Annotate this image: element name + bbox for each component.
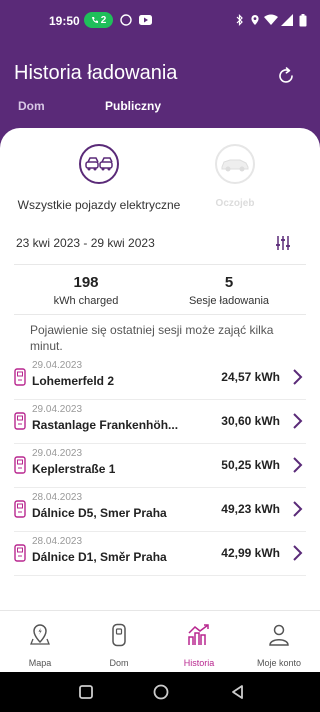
charger-plug-icon (14, 412, 26, 430)
vehicle-filter-all-label: Wszystkie pojazdy elektryczne (17, 198, 181, 212)
status-bar: 19:50 2 (0, 0, 320, 40)
nav-dom-label: Dom (109, 658, 129, 668)
charger-plug-icon (14, 544, 26, 562)
session-location: Dálnice D1, Směr Praha (32, 550, 167, 564)
energy-value: 198 (73, 274, 99, 291)
vehicle-filter-all[interactable]: Wszystkie pojazdy elektryczne (10, 144, 188, 212)
session-location: Lohemerfeld 2 (32, 374, 115, 388)
home-button[interactable] (152, 683, 170, 701)
chevron-right-icon (293, 545, 303, 561)
nav-historia[interactable]: Historia (164, 623, 234, 668)
filter-button[interactable] (274, 234, 292, 252)
location-icon (251, 15, 259, 25)
page-title: Historia ładowania (14, 62, 178, 84)
chevron-right-icon (293, 501, 303, 517)
session-energy: 50,25 kWh (221, 458, 280, 472)
sliders-icon (276, 236, 290, 250)
vehicle-filter-oczojeb-label: Oczojeb (215, 198, 255, 209)
session-date: 29.04.2023 (32, 448, 83, 459)
notification-count: 2 (100, 14, 107, 26)
bluetooth-icon (236, 14, 243, 26)
notification-pill: 2 (84, 12, 113, 28)
bottom-navigation: Mapa Dom Historia Moje konto (0, 610, 320, 672)
charger-plug-icon (14, 368, 26, 386)
divider (14, 314, 306, 315)
battery-icon (299, 13, 307, 26)
nav-moje-konto-label: Moje konto (256, 658, 302, 668)
chevron-right-icon (293, 413, 303, 429)
nav-historia-label: Historia (183, 658, 215, 668)
nav-moje-konto[interactable]: Moje konto (244, 623, 314, 668)
sessions-label: Sesje ładowania (188, 295, 270, 307)
session-date: 29.04.2023 (32, 360, 83, 371)
sessions-notice: Pojawienie się ostatniej sesji może zają… (30, 323, 274, 353)
history-chart-icon (188, 624, 209, 645)
charger-plug-icon (14, 456, 26, 474)
session-row[interactable]: 28.04.2023 Dálnice D5, Smer Praha 49,23 … (0, 488, 320, 532)
tab-dom[interactable]: Dom (18, 99, 45, 113)
session-date: 28.04.2023 (32, 492, 83, 503)
recents-button[interactable] (77, 683, 95, 701)
system-navigation-bar (0, 672, 320, 712)
wifi-icon (264, 14, 278, 25)
session-energy: 30,60 kWh (221, 414, 280, 428)
sessions-stat: 5 Sesje ładowania (159, 274, 299, 307)
account-icon (269, 624, 289, 646)
session-row[interactable]: 28.04.2023 Dálnice D1, Směr Praha 42,99 … (0, 532, 320, 576)
session-row[interactable]: 29.04.2023 Keplerstraße 1 50,25 kWh (0, 444, 320, 488)
car-icon (221, 159, 249, 172)
app-header: Historia ładowania Dom Publiczny (0, 40, 320, 140)
status-time: 19:50 (49, 14, 80, 28)
youtube-icon (138, 13, 152, 27)
call-icon (91, 17, 98, 23)
session-energy: 42,99 kWh (221, 546, 280, 560)
refresh-button[interactable] (274, 64, 298, 88)
charger-plug-icon (14, 500, 26, 518)
session-date: 28.04.2023 (32, 536, 83, 547)
session-energy: 24,57 kWh (221, 370, 280, 384)
content-card: Wszystkie pojazdy elektryczne Oczojeb 23… (0, 128, 320, 610)
session-energy: 49,23 kWh (221, 502, 280, 516)
session-row[interactable]: 29.04.2023 Rastanlage Frankenhöh... 30,6… (0, 400, 320, 444)
tab-publiczny[interactable]: Publiczny (105, 99, 161, 113)
back-button[interactable] (229, 683, 247, 701)
nav-dom[interactable]: Dom (84, 623, 154, 668)
cars-icon (85, 157, 113, 171)
session-location: Dálnice D5, Smer Praha (32, 506, 167, 520)
refresh-icon (279, 67, 293, 83)
session-location: Rastanlage Frankenhöh... (32, 418, 179, 432)
date-range[interactable]: 23 kwi 2023 - 29 kwi 2023 (16, 236, 155, 250)
vehicle-avatar (215, 144, 255, 184)
sessions-value: 5 (224, 274, 234, 291)
map-pin-icon (30, 624, 50, 645)
signal-icon (281, 14, 293, 26)
session-date: 29.04.2023 (32, 404, 83, 415)
divider (14, 264, 306, 265)
nav-mapa-label: Mapa (28, 658, 52, 668)
vehicle-avatar (79, 144, 119, 184)
vehicle-filter-oczojeb[interactable]: Oczojeb (200, 144, 270, 209)
chevron-right-icon (293, 369, 303, 385)
session-location: Keplerstraße 1 (32, 462, 116, 476)
whatsapp-icon (119, 13, 133, 27)
energy-label: kWh charged (53, 295, 119, 307)
row-separator (14, 575, 306, 576)
session-row[interactable]: 29.04.2023 Lohemerfeld 2 24,57 kWh (0, 356, 320, 400)
chevron-right-icon (293, 457, 303, 473)
status-icons (236, 13, 307, 27)
nav-mapa[interactable]: Mapa (5, 623, 75, 668)
home-charger-icon (112, 623, 126, 647)
energy-stat: 198 kWh charged (16, 274, 156, 307)
